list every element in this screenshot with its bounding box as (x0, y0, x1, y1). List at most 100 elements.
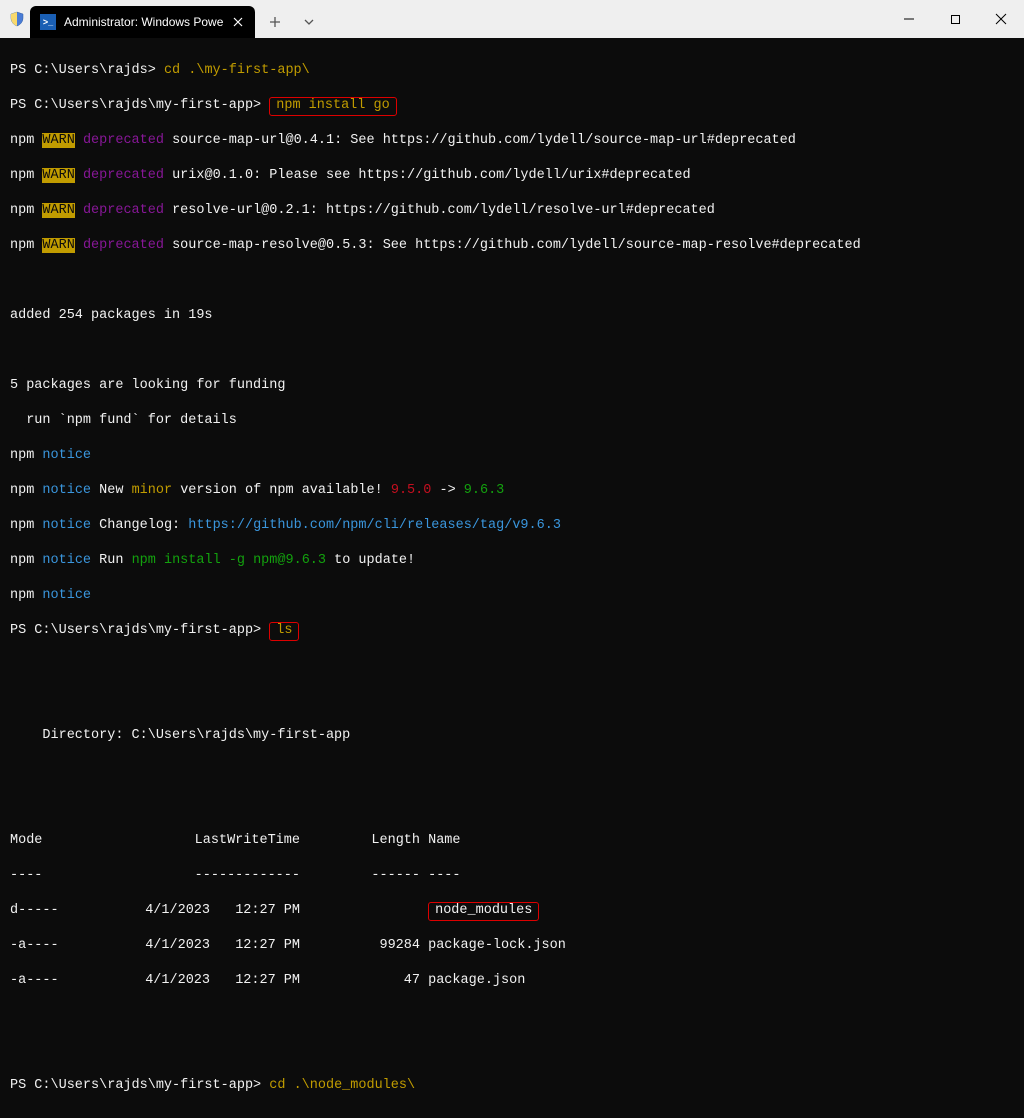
terminal-line: PS C:\Users\rajds\my-first-app> ls (10, 622, 1014, 640)
warn-badge: WARN (42, 168, 74, 183)
text: version of npm available! (180, 483, 383, 498)
time: 12:27 PM (210, 937, 300, 955)
mode: -a---- (10, 972, 140, 990)
prompt: PS C:\Users\rajds\my-first-app> (10, 1078, 261, 1093)
notice-label: notice (42, 448, 91, 463)
deprecated-label: deprecated (83, 133, 164, 148)
prompt: PS C:\Users\rajds> (10, 63, 156, 78)
notice-label: notice (42, 588, 91, 603)
close-button[interactable] (978, 0, 1024, 38)
text: resolve-url@0.2.1: https://github.com/ly… (172, 203, 715, 218)
new-tab-button[interactable] (259, 16, 291, 28)
terminal-line: PS C:\Users\rajds> cd .\my-first-app\ (10, 62, 1014, 80)
notice-label: notice (42, 553, 91, 568)
dash: ------------- (140, 867, 300, 885)
blank-line (10, 797, 1014, 815)
highlight-box: npm install go (269, 97, 396, 116)
command: npm install go (276, 98, 389, 113)
col-lastwritetime: LastWriteTime (140, 832, 300, 850)
npm-label: npm (10, 553, 34, 568)
terminal-line: npm WARN deprecated source-map-url@0.4.1… (10, 132, 1014, 150)
terminal-output[interactable]: PS C:\Users\rajds> cd .\my-first-app\ PS… (0, 38, 1024, 1118)
window-controls (886, 0, 1024, 38)
text: to update! (334, 553, 415, 568)
old-version: 9.5.0 (391, 483, 432, 498)
deprecated-label: deprecated (83, 203, 164, 218)
notice-label: notice (42, 483, 91, 498)
maximize-button[interactable] (932, 0, 978, 38)
npm-label: npm (10, 203, 34, 218)
text: source-map-url@0.4.1: See https://github… (172, 133, 796, 148)
warn-badge: WARN (42, 203, 74, 218)
time: 12:27 PM (210, 972, 300, 990)
terminal-line: Directory: C:\Users\rajds\my-first-app (10, 727, 1014, 745)
npm-label: npm (10, 483, 34, 498)
terminal-line: npm WARN deprecated source-map-resolve@0… (10, 237, 1014, 255)
npm-label: npm (10, 238, 34, 253)
text: minor (132, 483, 173, 498)
tab-close-icon[interactable] (231, 15, 245, 29)
terminal-line: PS C:\Users\rajds\my-first-app> cd .\nod… (10, 1077, 1014, 1095)
notice-label: notice (42, 518, 91, 533)
blank-line (10, 657, 1014, 675)
titlebar-left: >_ Administrator: Windows Powe (0, 0, 323, 38)
length: 99284 (300, 937, 420, 955)
blank-line (10, 272, 1014, 290)
terminal-line: npm notice (10, 447, 1014, 465)
terminal-line: 5 packages are looking for funding (10, 377, 1014, 395)
terminal-line: run `npm fund` for details (10, 412, 1014, 430)
filename: package-lock.json (428, 938, 566, 953)
terminal-line: npm WARN deprecated resolve-url@0.2.1: h… (10, 202, 1014, 220)
table-divider: ----------------------- ---- (10, 867, 1014, 885)
blank-line (10, 1007, 1014, 1025)
blank-line (10, 762, 1014, 780)
highlight-box: ls (269, 622, 299, 641)
tab-powershell[interactable]: >_ Administrator: Windows Powe (30, 6, 255, 38)
text: Changelog: (99, 518, 180, 533)
mode: -a---- (10, 937, 140, 955)
npm-label: npm (10, 168, 34, 183)
tab-title: Administrator: Windows Powe (64, 15, 223, 29)
text: New (99, 483, 123, 498)
blank-line (10, 1042, 1014, 1060)
tab-dropdown-button[interactable] (295, 19, 323, 25)
terminal-line: npm notice New minor version of npm avai… (10, 482, 1014, 500)
npm-label: npm (10, 588, 34, 603)
terminal-line: npm notice Run npm install -g npm@9.6.3 … (10, 552, 1014, 570)
npm-label: npm (10, 133, 34, 148)
time: 12:27 PM (210, 902, 300, 920)
length: 47 (300, 972, 420, 990)
table-row: d-----4/1/202312:27 PM node_modules (10, 902, 1014, 920)
command: cd .\node_modules\ (269, 1078, 415, 1093)
deprecated-label: deprecated (83, 238, 164, 253)
npm-label: npm (10, 518, 34, 533)
dash: ---- (10, 867, 140, 885)
link: https://github.com/npm/cli/releases/tag/… (188, 518, 561, 533)
date: 4/1/2023 (140, 937, 210, 955)
filename: node_modules (435, 903, 532, 918)
minimize-button[interactable] (886, 0, 932, 38)
window-titlebar: >_ Administrator: Windows Powe (0, 0, 1024, 38)
dash: ---- (428, 868, 460, 883)
blank-line (10, 692, 1014, 710)
command: cd .\my-first-app\ (164, 63, 310, 78)
command: ls (276, 623, 292, 638)
warn-badge: WARN (42, 238, 74, 253)
terminal-line: added 254 packages in 19s (10, 307, 1014, 325)
prompt: PS C:\Users\rajds\my-first-app> (10, 98, 261, 113)
dash: ------ (300, 867, 420, 885)
powershell-icon: >_ (40, 14, 56, 30)
npm-label: npm (10, 448, 34, 463)
terminal-line: npm notice Changelog: https://github.com… (10, 517, 1014, 535)
terminal-line: npm WARN deprecated urix@0.1.0: Please s… (10, 167, 1014, 185)
arrow: -> (439, 483, 455, 498)
command: npm install -g npm@9.6.3 (132, 553, 326, 568)
col-mode: Mode (10, 832, 140, 850)
blank-line (10, 342, 1014, 360)
mode: d----- (10, 902, 140, 920)
filename: package.json (428, 973, 525, 988)
highlight-box: node_modules (428, 902, 539, 921)
titlebar-spacer[interactable] (323, 0, 886, 38)
text: urix@0.1.0: Please see https://github.co… (172, 168, 690, 183)
terminal-line: PS C:\Users\rajds\my-first-app> npm inst… (10, 97, 1014, 115)
